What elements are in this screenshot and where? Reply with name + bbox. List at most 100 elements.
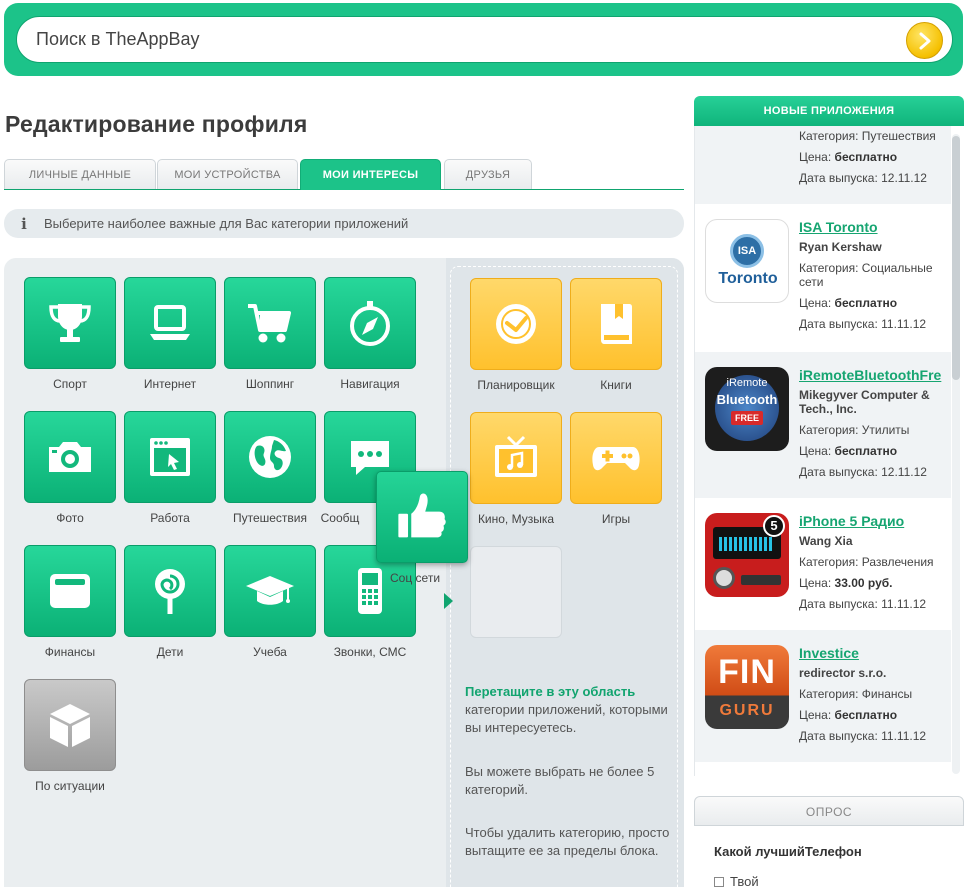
tv-music-icon [495, 435, 537, 477]
search-input[interactable] [36, 17, 896, 62]
dragging-tile-social[interactable] [376, 471, 468, 563]
info-text: Выберите наиболее важные для Вас категор… [44, 216, 409, 231]
app-price: Цена: бесплатно [799, 150, 898, 164]
app-release-date: Дата выпуска: 12.11.12 [799, 465, 927, 479]
category-tile-travel[interactable] [224, 411, 316, 503]
drag-hint-title: Перетащите в эту область [465, 684, 636, 699]
selected-label: Книги [600, 378, 632, 392]
app-price: Цена: бесплатно [799, 444, 898, 458]
search-box [16, 16, 953, 63]
app-name-link[interactable]: iRemoteBluetoothFre [799, 367, 941, 383]
category-tile-study[interactable] [224, 545, 316, 637]
category-label: Звонки, СМС [333, 645, 407, 659]
drag-hint-text: категории приложений, которыми вы интере… [465, 702, 668, 735]
app-item: FIN GURU Investice redirector s.r.o. Кат… [695, 630, 951, 762]
app-category: Категория: Финансы [799, 687, 913, 701]
poll-option-label: Твой [730, 874, 759, 887]
poll-question: Какой лучшийТелефон [714, 844, 862, 859]
clock-icon [496, 304, 536, 344]
app-category: Категория: Утилиты [799, 423, 910, 437]
gamepad-icon [592, 447, 640, 471]
app-developer: redirector s.r.o. [799, 666, 887, 680]
selected-tile-movies-music[interactable] [470, 412, 562, 504]
remove-hint: Чтобы удалить категорию, просто вытащите… [465, 825, 670, 858]
selected-tile-books[interactable] [570, 278, 662, 370]
app-item: 5 iPhone 5 Радио Wang Xia Категория: Раз… [695, 498, 951, 630]
app-price: Цена: бесплатно [799, 708, 898, 722]
app-price: Цена: 33.00 руб. [799, 576, 893, 590]
app-price: Цена: бесплатно [799, 296, 898, 310]
search-bar [4, 3, 963, 76]
limit-hint: Вы можете выбрать не более 5 категорий. [465, 764, 655, 797]
compass-icon [350, 301, 390, 346]
tab-my-interests[interactable]: Мои интересы [300, 159, 441, 190]
app-name-link[interactable]: iPhone 5 Радио [799, 513, 904, 529]
app-name-link[interactable]: ISA Toronto [799, 219, 878, 235]
category-tile-navigation[interactable] [324, 277, 416, 369]
app-item: ISA Toronto ISA Toronto Ryan Kershaw Кат… [695, 204, 951, 352]
globe-icon [249, 436, 291, 478]
window-icon [150, 438, 190, 476]
app-item-partial: Категория: Путешествия Цена: бесплатно Д… [695, 126, 951, 204]
empty-drop-slot[interactable] [470, 546, 562, 638]
app-category: Категория: Путешествия [799, 129, 936, 143]
category-tile-sport[interactable] [24, 277, 116, 369]
tab-my-devices[interactable]: Мои устройства [157, 159, 298, 189]
new-apps-header: Новые приложения [694, 96, 964, 126]
category-tile-finance[interactable] [24, 545, 116, 637]
category-label: Сообщ [320, 511, 360, 525]
phone-icon [358, 568, 382, 614]
cart-icon [248, 304, 291, 343]
cube-icon [50, 704, 90, 747]
selected-tile-planner[interactable] [470, 278, 562, 370]
app-icon-iphone-radio[interactable]: 5 [705, 513, 789, 597]
info-icon: i [21, 214, 27, 233]
info-strip: i Выберите наиболее важные для Вас катег… [4, 209, 684, 238]
sidebar-scrollbar-thumb[interactable] [952, 136, 960, 380]
selected-label: Игры [601, 512, 631, 526]
app-icon-iremote-bluetooth[interactable]: iRemote Bluetooth FREE [705, 367, 789, 451]
drag-hint: Перетащите в эту область категории прило… [465, 683, 670, 737]
app-developer: Mikegyver Computer & Tech., Inc. [799, 388, 930, 416]
thumbs-up-icon [398, 493, 446, 538]
page-title: Редактирование профиля [5, 111, 308, 137]
camera-icon [49, 442, 91, 472]
profile-tabs: Личные данные Мои устройства Мои интерес… [4, 159, 684, 190]
category-label: По ситуации [35, 779, 105, 793]
book-icon [601, 304, 632, 344]
chevron-right-icon [919, 32, 930, 49]
lollipop-icon [155, 569, 185, 614]
app-category: Категория: Социальные сети [799, 261, 933, 289]
wallet-icon [50, 574, 90, 608]
app-release-date: Дата выпуска: 11.11.12 [799, 317, 927, 331]
trophy-icon [49, 304, 91, 342]
app-item: iRemote Bluetooth FREE iRemoteBluetoothF… [695, 352, 951, 498]
category-tile-internet[interactable] [124, 277, 216, 369]
poll-option[interactable]: Твой [714, 874, 759, 887]
tab-personal-data[interactable]: Личные данные [4, 159, 156, 189]
app-name-link[interactable]: Investice [799, 645, 859, 661]
app-icon-isa-toronto[interactable]: ISA Toronto [705, 219, 789, 303]
graduation-cap-icon [246, 576, 294, 605]
app-icon-investice[interactable]: FIN GURU [705, 645, 789, 729]
category-tile-work[interactable] [124, 411, 216, 503]
category-tile-situational[interactable] [24, 679, 116, 771]
app-developer: Ryan Kershaw [799, 240, 882, 254]
selected-tile-games[interactable] [570, 412, 662, 504]
app-release-date: Дата выпуска: 11.11.12 [799, 597, 927, 611]
category-tile-shopping[interactable] [224, 277, 316, 369]
poll-header: Опрос [694, 796, 964, 826]
drop-arrow-icon [444, 593, 453, 609]
dragging-label: Соц сети [390, 571, 441, 585]
category-tile-kids[interactable] [124, 545, 216, 637]
new-apps-list: Категория: Путешествия Цена: бесплатно Д… [694, 126, 964, 776]
laptop-icon [150, 305, 190, 340]
app-category: Категория: Развлечения [799, 555, 934, 569]
category-label: Навигация [340, 377, 400, 391]
app-release-date: Дата выпуска: 11.11.12 [799, 729, 927, 743]
app-release-date: Дата выпуска: 12.11.12 [799, 171, 927, 185]
search-button[interactable] [906, 22, 943, 59]
tab-friends[interactable]: Друзья [444, 159, 532, 189]
category-tile-photo[interactable] [24, 411, 116, 503]
poll-checkbox[interactable] [714, 876, 724, 887]
